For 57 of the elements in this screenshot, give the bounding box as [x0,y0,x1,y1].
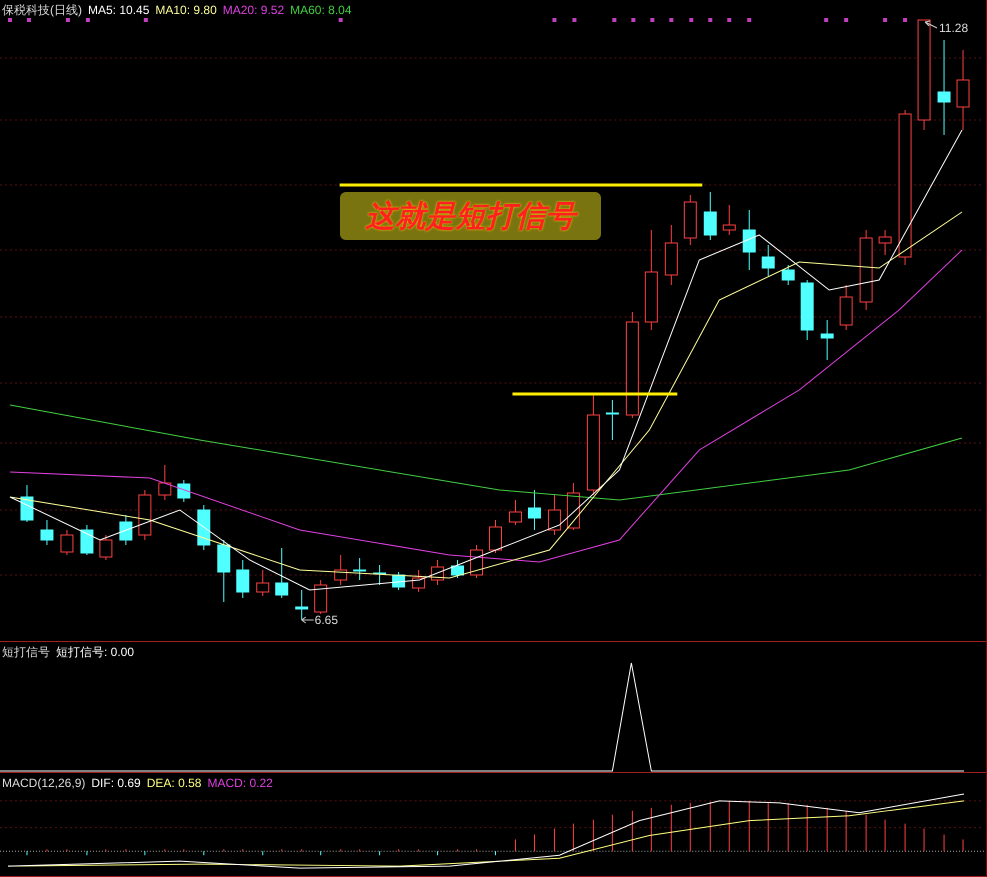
candlestick [704,192,717,240]
candlestick [782,264,795,286]
candlestick [762,244,775,276]
candlestick [820,320,834,360]
candlestick [470,544,483,578]
indicator-value: MA10: 9.80 [155,3,217,17]
candlestick [684,194,697,246]
candlestick [197,504,210,550]
candlestick [566,482,580,530]
candlestick [20,484,34,522]
candlestick [217,540,230,602]
candlestick [138,490,152,540]
indicator-value: MACD: 0.22 [207,776,273,790]
high-price-label: 11.28 [939,21,968,35]
candlestick [119,514,132,546]
candlestick [334,554,348,586]
candlestick [392,572,406,590]
pointer-arrow [301,616,314,624]
candlestick [840,284,853,330]
candlestick [256,570,270,596]
indicator-value: MA5: 10.45 [88,3,150,17]
indicator-value: DIF: 0.69 [91,776,141,790]
candlestick [353,558,366,580]
indicator-title: 短打信号 [2,644,50,660]
candlestick [40,520,54,546]
candlestick [742,210,756,270]
candlestick [548,494,561,536]
indicator-value: 短打信号: 0.00 [56,644,134,660]
indicator-value: MA60: 8.04 [290,3,352,17]
candlestick [60,530,74,556]
stock-title: 保税科技(日线) [2,2,82,18]
candlestick [451,560,464,578]
candlestick [508,500,522,526]
candlestick [373,564,386,586]
candlestick [80,524,94,556]
candlestick [295,590,308,620]
candlestick [489,520,502,554]
candlestick [314,580,328,614]
indicator-value: MA20: 9.52 [222,3,284,17]
candlestick [722,204,736,236]
candlestick [878,230,892,256]
candlestick [664,224,678,286]
candlestick [177,480,190,502]
candlestick [412,570,426,592]
candlestick [431,560,444,586]
candlestick [528,490,541,530]
candlestick [158,464,172,500]
candlestick [800,280,814,340]
candlestick [275,548,288,598]
indicator-value: DEA: 0.58 [146,776,202,790]
candlestick [236,560,250,598]
indicator-title: MACD(12,26,9) [2,776,86,790]
pointer-arrow [924,20,938,28]
low-price-label: 6.65 [314,613,338,627]
candlestick [606,400,619,440]
annotation-label: 这就是短打信号 [340,192,601,240]
candlestick [99,534,112,560]
